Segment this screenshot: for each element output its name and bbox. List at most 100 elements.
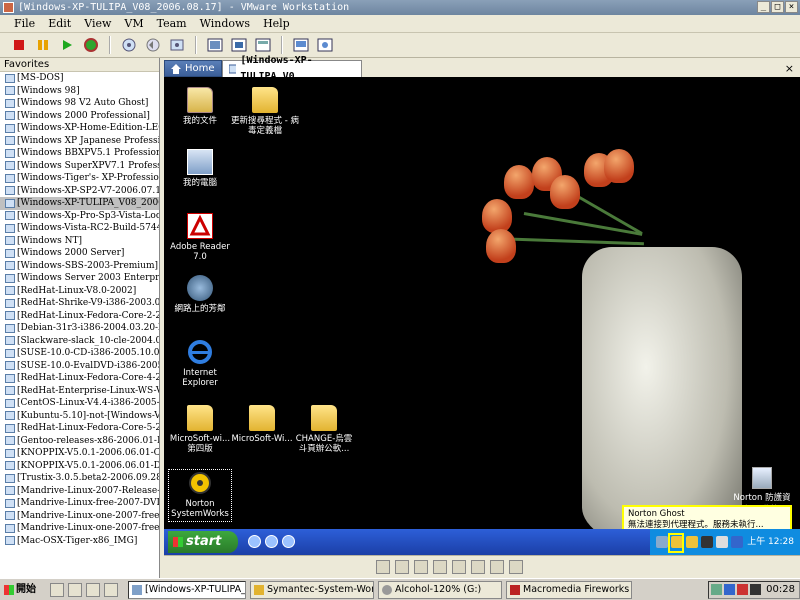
tray-icon[interactable] xyxy=(711,584,722,595)
tray-icon[interactable] xyxy=(724,584,735,595)
favorites-item[interactable]: [KNOPPIX-V5.0.1-2006.06.01-CD-E xyxy=(0,447,159,460)
network-device-icon[interactable] xyxy=(433,560,447,574)
media-quicklaunch-icon[interactable] xyxy=(265,535,278,548)
menu-file[interactable]: File xyxy=(14,17,35,30)
desktop-icon-update-folder[interactable]: 更新搜尋程式 - 病毒定義檔 xyxy=(230,87,300,136)
favorites-item[interactable]: [Windows XP Japanese Professional] xyxy=(0,135,159,148)
menu-view[interactable]: View xyxy=(84,17,111,30)
network-tray-icon[interactable] xyxy=(656,536,668,548)
favorites-item[interactable]: [Windows BBXPV5.1 Professional] xyxy=(0,147,159,160)
tab-vm[interactable]: [Windows-XP-TULIPA_V0... xyxy=(221,55,362,82)
desktop-icon-internet-explorer[interactable]: Internet Explorer xyxy=(168,339,232,388)
favorites-item[interactable]: [Windows-Xp-Pro-Sp3-Vista-Look-E xyxy=(0,210,159,223)
favorites-item[interactable]: [RedHat-Shrike-V9-i386-2003.03.14- xyxy=(0,297,159,310)
menu-edit[interactable]: Edit xyxy=(48,17,71,30)
favorites-item[interactable]: [Windows NT] xyxy=(0,235,159,248)
vm-console[interactable]: 我的文件 更新搜尋程式 - 病毒定義檔 我的電腦 Adobe Reader 7.… xyxy=(164,77,800,555)
folder-quicklaunch-icon[interactable] xyxy=(104,583,118,597)
desktop-icon-norton-systemworks[interactable]: Norton SystemWorks xyxy=(168,469,232,522)
floppy-device-icon[interactable] xyxy=(376,560,390,574)
favorites-item[interactable]: [Debian-31r3-i386-2004.03.20-binary xyxy=(0,322,159,335)
vmware-app-icon[interactable] xyxy=(3,2,14,13)
ie-quicklaunch-icon[interactable] xyxy=(50,583,64,597)
desktop-icon-change-folder[interactable]: CHANGE-烏雲斗頁辦公軟... xyxy=(292,405,356,454)
printer-device-icon[interactable] xyxy=(490,560,504,574)
power-on-icon[interactable] xyxy=(58,36,76,54)
favorites-item[interactable]: [Mandrive-Linux-2007-Release-Eng- xyxy=(0,485,159,498)
favorites-item[interactable]: [Windows 2000 Server] xyxy=(0,247,159,260)
usb-device-icon[interactable] xyxy=(414,560,428,574)
host-task-symantec[interactable]: Symantec-System-Works-... xyxy=(250,581,374,599)
favorites-item[interactable]: [Slackware-slack_10-cle-2004.06.22-i xyxy=(0,335,159,348)
desktop-quicklaunch-icon[interactable] xyxy=(282,535,295,548)
power-off-icon[interactable] xyxy=(10,36,28,54)
sound-device-icon[interactable] xyxy=(452,560,466,574)
guest-clock[interactable]: 上午 12:28 xyxy=(747,537,794,547)
volume-tray-icon[interactable] xyxy=(716,536,728,548)
favorites-item[interactable]: [Windows Server 2003 Enterprise Edi xyxy=(0,272,159,285)
favorites-item[interactable]: [RedHat-Linux-Fedora-Core-2-2004] xyxy=(0,310,159,323)
favorites-item[interactable]: [Windows-SBS-2003-Premium] xyxy=(0,260,159,273)
host-task-vmware[interactable]: [Windows-XP-TULIPA_... xyxy=(128,581,246,599)
desktop-icon-microsoft-folder-2[interactable]: MicroSoft-Wi... xyxy=(230,405,294,444)
snapshot-manager-icon[interactable] xyxy=(168,36,186,54)
host-clock[interactable]: 00:28 xyxy=(766,584,795,595)
menu-team[interactable]: Team xyxy=(157,17,187,30)
favorites-item[interactable]: [Mandrive-Linux-one-2007-free-KDE xyxy=(0,522,159,535)
summary-view-icon[interactable] xyxy=(254,36,272,54)
favorites-item[interactable]: [SUSE-10.0-EvalDVD-i386-2005.10.0 xyxy=(0,360,159,373)
favorites-item[interactable]: [RedHat-Enterprise-Linux-WS-V4.0-2 xyxy=(0,385,159,398)
desktop-icon-adobe-reader[interactable]: Adobe Reader 7.0 xyxy=(168,213,232,262)
quick-switch-icon[interactable] xyxy=(230,36,248,54)
cdrom-device-icon[interactable] xyxy=(395,560,409,574)
favorites-item[interactable]: [RedHat-Linux-V8.0-2002] xyxy=(0,285,159,298)
language-tray-icon[interactable] xyxy=(731,536,743,548)
favorites-item[interactable]: [Trustix-3.0.5.beta2-2006.09.28-i586 xyxy=(0,472,159,485)
message-log-icon[interactable] xyxy=(509,560,523,574)
reset-icon[interactable] xyxy=(82,36,100,54)
guest-start-button[interactable]: start xyxy=(168,531,238,553)
ie-quicklaunch-icon[interactable] xyxy=(248,535,261,548)
menu-vm[interactable]: VM xyxy=(124,17,143,30)
media-quicklaunch-icon[interactable] xyxy=(86,583,100,597)
favorites-item[interactable]: [RedHat-Linux-Fedora-Core-5-2006- xyxy=(0,422,159,435)
minimize-button[interactable]: _ xyxy=(757,1,770,13)
favorites-item[interactable]: [Windows-Tiger's- XP-Professional-20 xyxy=(0,172,159,185)
favorites-item[interactable]: [Gentoo-releases-x86-2006.01-Livecd xyxy=(0,435,159,448)
desktop-icon-network-places[interactable]: 網路上的芳鄰 xyxy=(168,275,232,314)
appliance-view-icon[interactable] xyxy=(316,36,334,54)
full-screen-icon[interactable] xyxy=(206,36,224,54)
favorites-item[interactable]: [Windows-XP-SP2-V7-2006.07.14_IS xyxy=(0,185,159,198)
console-view-icon[interactable] xyxy=(292,36,310,54)
desktop-icon-my-documents[interactable]: 我的文件 xyxy=(168,87,232,126)
favorites-item[interactable]: [Windows-Vista-RC2-Build-5744-32 xyxy=(0,222,159,235)
favorites-item[interactable]: [Kubuntu-5.10]-not-[Windows-Vista- xyxy=(0,410,159,423)
desktop-icon-microsoft-folder-1[interactable]: MicroSoft-wi... 第四版 xyxy=(168,405,232,454)
maximize-button[interactable]: □ xyxy=(771,1,784,13)
favorites-item[interactable]: [Windows 98] xyxy=(0,85,159,98)
tray-icon[interactable] xyxy=(737,584,748,595)
pause-icon[interactable] xyxy=(34,36,52,54)
favorites-item[interactable]: [Windows-XP-TULIPA_V08_2006.0 xyxy=(0,197,159,210)
menu-windows[interactable]: Windows xyxy=(200,17,250,30)
hdd-device-icon[interactable] xyxy=(471,560,485,574)
favorites-item[interactable]: [CentOS-Linux-V4.4-i386-2005-bin1 xyxy=(0,397,159,410)
favorites-item[interactable]: [Mac-OSX-Tiger-x86_IMG] xyxy=(0,535,159,548)
tab-home[interactable]: Home xyxy=(164,60,222,77)
favorites-item[interactable]: [Windows SuperXPV7.1 Professional] xyxy=(0,160,159,173)
menu-help[interactable]: Help xyxy=(263,17,290,30)
firefox-quicklaunch-icon[interactable] xyxy=(68,583,82,597)
favorites-item[interactable]: [Windows 2000 Professional] xyxy=(0,110,159,123)
desktop-icon-my-computer[interactable]: 我的電腦 xyxy=(168,149,232,188)
glasses-tray-icon[interactable] xyxy=(701,536,713,548)
snapshot-icon[interactable] xyxy=(120,36,138,54)
close-button[interactable]: × xyxy=(785,1,798,13)
favorites-item[interactable]: [Windows-XP-Home-Edition-LEO] xyxy=(0,122,159,135)
norton-tray-icon[interactable] xyxy=(686,536,698,548)
favorites-item[interactable]: [SUSE-10.0-CD-i386-2005.10.05-GM xyxy=(0,347,159,360)
favorites-item[interactable]: [Mandrive-Linux-one-2007-free-Gno xyxy=(0,510,159,523)
revert-icon[interactable] xyxy=(144,36,162,54)
favorites-item[interactable]: [RedHat-Linux-Fedora-Core-4-2005] xyxy=(0,372,159,385)
favorites-item[interactable]: [Mandrive-Linux-free-2007-DVD] xyxy=(0,497,159,510)
host-task-fireworks[interactable]: Macromedia Fireworks M... xyxy=(506,581,632,599)
